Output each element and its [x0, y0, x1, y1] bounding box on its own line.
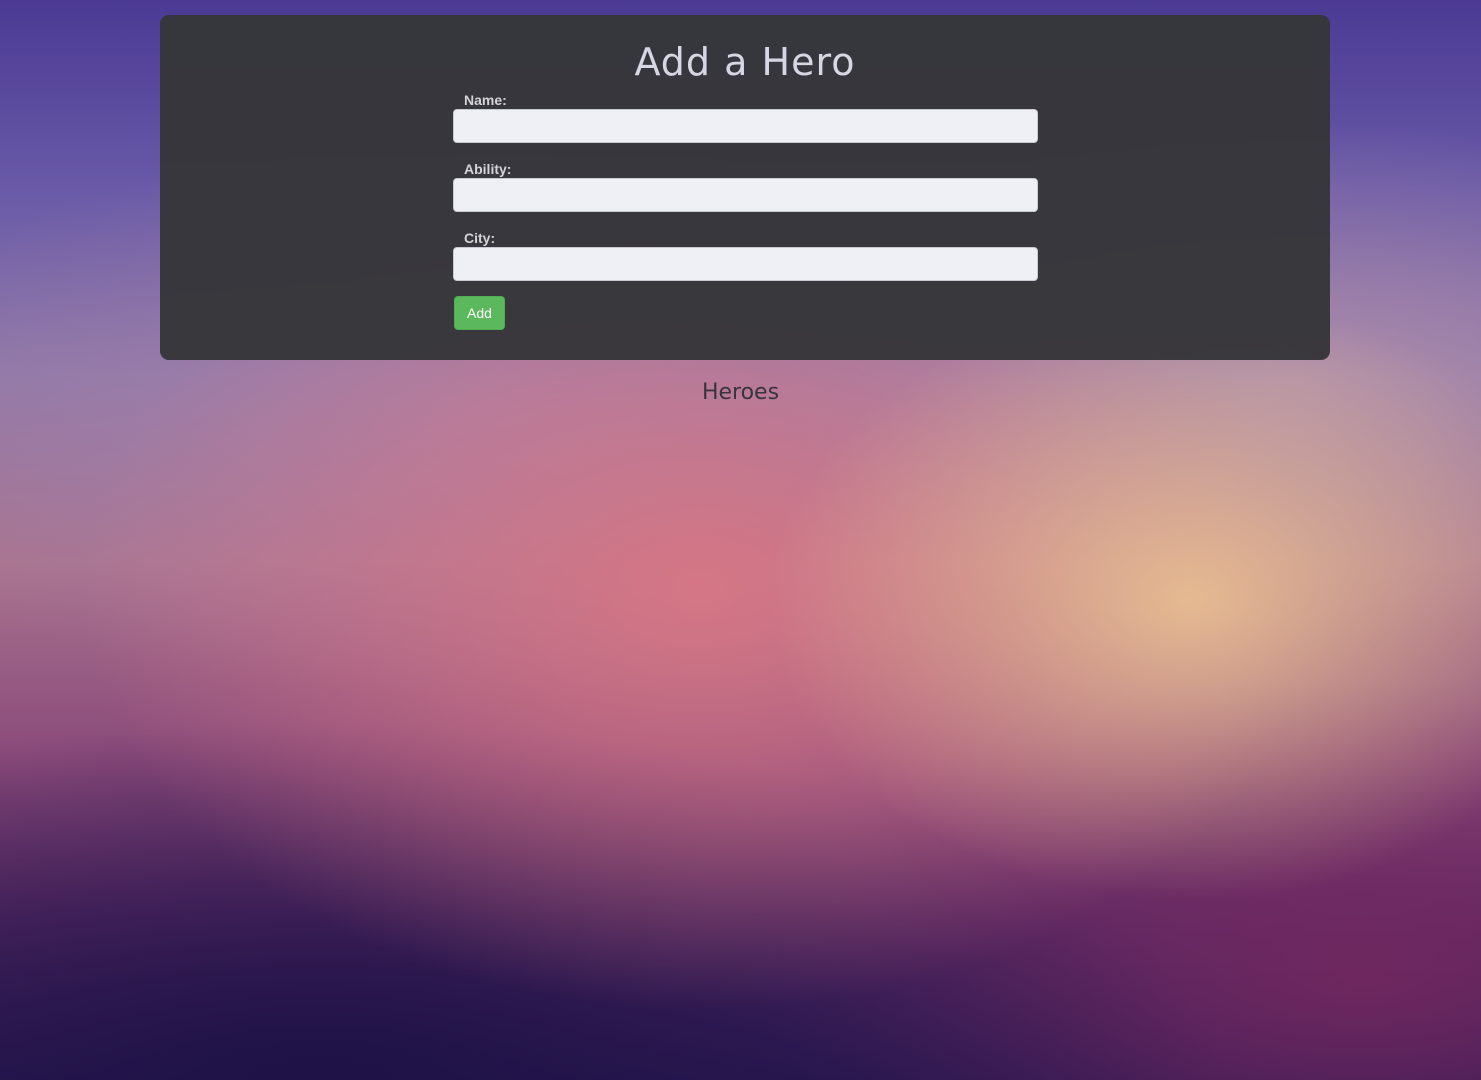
city-input[interactable] — [453, 247, 1038, 281]
ability-input[interactable] — [453, 178, 1038, 212]
add-button[interactable]: Add — [454, 296, 505, 330]
heroes-heading: Heroes — [701, 380, 780, 405]
city-label: City: — [464, 230, 496, 246]
form-title: Add a Hero — [634, 40, 856, 84]
ability-label: Ability: — [464, 161, 512, 177]
name-input[interactable] — [453, 109, 1038, 143]
add-hero-panel: Add a Hero Name: Ability: City: Add — [160, 15, 1330, 360]
name-label: Name: — [464, 92, 507, 108]
